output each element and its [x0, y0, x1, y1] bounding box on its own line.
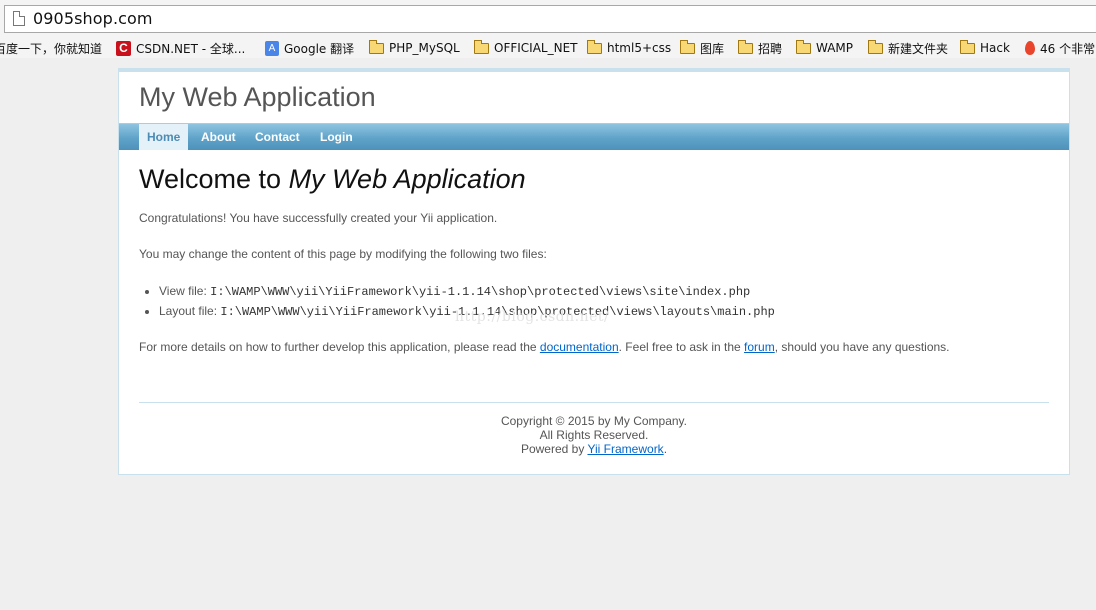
details-middle: . Feel free to ask in the [618, 340, 745, 354]
file-label: View file: [159, 284, 211, 298]
powered-suffix: . [663, 442, 668, 456]
site-logo: My Web Application [139, 82, 376, 112]
bookmark-label: 百度一下，你就知道 [0, 41, 103, 56]
title-prefix: Welcome to [139, 164, 289, 194]
file-label: Layout file: [159, 304, 221, 318]
bookmark-label: 新建文件夹 [888, 41, 949, 56]
bookmark-gallery[interactable]: 图库 [680, 39, 724, 57]
fire-icon [1025, 41, 1035, 55]
title-app-name: My Web Application [288, 164, 526, 194]
footer: Copyright © 2015 by My Company. All Righ… [119, 414, 1069, 456]
bookmark-baidu[interactable]: 百度一下，你就知道 [0, 39, 102, 57]
folder-icon [796, 39, 811, 54]
bookmark-csdn[interactable]: C CSDN.NET - 全球... [116, 39, 245, 57]
bookmark-label: PHP_MySQL [389, 41, 460, 55]
bookmark-new-folder[interactable]: 新建文件夹 [868, 39, 948, 57]
documentation-link[interactable]: documentation [540, 340, 619, 354]
bookmark-hack[interactable]: Hack [960, 39, 1010, 57]
details-text: For more details on how to further devel… [139, 340, 950, 354]
menu-item-contact[interactable]: Contact [247, 124, 308, 150]
main-content: Welcome to My Web Application Congratula… [139, 164, 1049, 354]
bookmark-wamp[interactable]: WAMP [796, 39, 853, 57]
page-title: Welcome to My Web Application [139, 164, 1049, 195]
footer-powered: Powered by Yii Framework. [119, 442, 1069, 456]
folder-icon [680, 39, 695, 54]
file-path: I:\WAMP\WWW\yii\YiiFramework\yii-1.1.14\… [210, 285, 751, 299]
bookmark-label: Google 翻译 [284, 41, 355, 56]
congrats-text: Congratulations! You have successfully c… [139, 211, 498, 225]
bookmark-official-net[interactable]: OFFICIAL_NET [474, 39, 578, 57]
address-bar-area: 0905shop.com [0, 0, 1096, 38]
menu-item-home[interactable]: Home [139, 124, 189, 150]
bookmark-label: OFFICIAL_NET [494, 41, 578, 55]
page-container: My Web Application Home About Contact Lo… [118, 68, 1070, 475]
footer-divider [139, 402, 1049, 403]
yii-framework-link[interactable]: Yii Framework [587, 442, 663, 456]
footer-copyright: Copyright © 2015 by My Company. [500, 414, 688, 428]
address-bar[interactable]: 0905shop.com [4, 5, 1096, 33]
bookmark-label: CSDN.NET - 全球... [136, 41, 246, 56]
footer-rights: All Rights Reserved. [539, 428, 649, 442]
bookmark-google-translate[interactable]: A Google 翻译 [265, 39, 354, 57]
bookmark-label: WAMP [816, 41, 854, 55]
folder-icon [868, 39, 883, 54]
menu-item-about[interactable]: About [193, 124, 244, 150]
folder-icon [960, 39, 975, 54]
folder-icon [369, 39, 384, 54]
forum-link[interactable]: forum [744, 340, 775, 354]
folder-icon [738, 39, 753, 54]
details-after: , should you have any questions. [774, 340, 950, 354]
change-intro-text: You may change the content of this page … [139, 247, 547, 261]
powered-prefix: Powered by [520, 442, 588, 456]
bookmark-label: Hack [980, 41, 1010, 55]
folder-icon [587, 39, 602, 54]
list-item: View file: I:\WAMP\WWW\yii\YiiFramework\… [159, 282, 775, 302]
bookmark-jobs[interactable]: 招聘 [738, 39, 782, 57]
google-translate-icon: A [265, 40, 279, 56]
folder-icon [474, 39, 489, 54]
bookmark-46[interactable]: 46 个非常 [1025, 39, 1095, 57]
main-menu: Home About Contact Login [119, 123, 1069, 150]
page-icon [13, 11, 25, 26]
menu-item-login[interactable]: Login [312, 124, 361, 150]
bookmark-html5-css[interactable]: html5+css [587, 39, 671, 57]
url-text[interactable]: 0905shop.com [33, 9, 153, 28]
bookmark-label: 46 个非常 [1040, 41, 1096, 56]
bookmark-php-mysql[interactable]: PHP_MySQL [369, 39, 460, 57]
bookmark-label: html5+css [607, 41, 672, 55]
watermark: http://blog.csdn.net/ [455, 309, 610, 325]
bookmark-label: 招聘 [758, 41, 783, 56]
details-before: For more details on how to further devel… [139, 340, 540, 354]
csdn-icon: C [116, 40, 131, 56]
bookmark-label: 图库 [700, 41, 725, 56]
bookmarks-bar: 百度一下，你就知道 C CSDN.NET - 全球... A Google 翻译… [0, 38, 1096, 58]
